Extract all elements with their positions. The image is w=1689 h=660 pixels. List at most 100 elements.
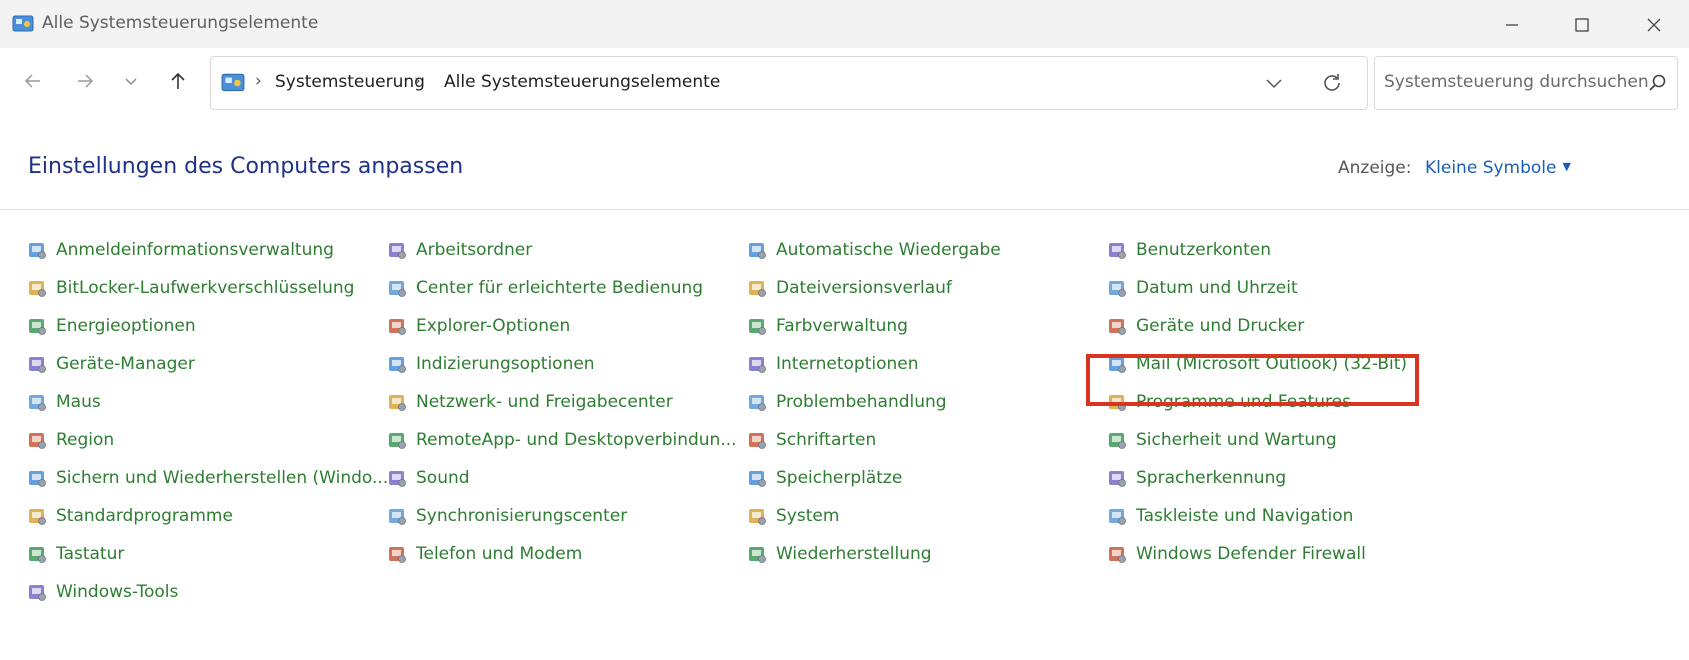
- title-bar: Alle Systemsteuerungselemente: [0, 0, 1689, 48]
- control-panel-item[interactable]: Dateiversionsverlauf: [746, 273, 952, 303]
- search-box[interactable]: Systemsteuerung durchsuchen: [1374, 56, 1678, 110]
- control-panel-item[interactable]: Netzwerk- und Freigabecenter: [386, 387, 673, 417]
- taskbar-icon: [1109, 509, 1126, 525]
- storage-spaces-icon: [749, 471, 766, 487]
- control-panel-item-label: Windows Defender Firewall: [1136, 544, 1366, 564]
- control-panel-item-label: Explorer-Optionen: [416, 316, 571, 336]
- control-panel-item[interactable]: Windows Defender Firewall: [1106, 539, 1366, 569]
- default-programs-icon: [29, 509, 46, 525]
- security-maintenance-icon: [1109, 433, 1126, 449]
- work-folders-icon: [389, 243, 406, 259]
- control-panel-item[interactable]: BitLocker-Laufwerkverschlüsselung: [26, 273, 354, 303]
- control-panel-item[interactable]: Datum und Uhrzeit: [1106, 273, 1298, 303]
- control-panel-item[interactable]: System: [746, 501, 839, 531]
- minimize-button[interactable]: [1492, 10, 1532, 40]
- chevron-down-icon: [125, 78, 137, 85]
- control-panel-item[interactable]: Automatische Wiedergabe: [746, 235, 1001, 265]
- control-panel-item[interactable]: Schriftarten: [746, 425, 876, 455]
- control-panel-item[interactable]: Standardprogramme: [26, 501, 233, 531]
- control-panel-item[interactable]: Sichern und Wiederherstellen (Windo...: [26, 463, 388, 493]
- view-mode-dropdown[interactable]: Kleine Symbole ▼: [1425, 158, 1571, 178]
- control-panel-item-label: Maus: [56, 392, 101, 412]
- control-panel-item-label: Standardprogramme: [56, 506, 233, 526]
- control-panel-item[interactable]: Sound: [386, 463, 470, 493]
- control-panel-item[interactable]: Farbverwaltung: [746, 311, 908, 341]
- autoplay-icon: [749, 243, 766, 259]
- control-panel-item-label: Indizierungsoptionen: [416, 354, 595, 374]
- control-panel-item-label: RemoteApp- und Desktopverbindun...: [416, 430, 737, 450]
- control-panel-item-label: Farbverwaltung: [776, 316, 908, 336]
- control-panel-item-label: Center für erleichterte Bedienung: [416, 278, 704, 298]
- control-panel-icon: [221, 73, 245, 92]
- arrow-up-icon: [171, 72, 185, 89]
- control-panel-item[interactable]: Sicherheit und Wartung: [1106, 425, 1337, 455]
- control-panel-item-label: Dateiversionsverlauf: [776, 278, 952, 298]
- maximize-button[interactable]: [1562, 10, 1602, 40]
- control-panel-item-label: Speicherplätze: [776, 468, 903, 488]
- control-panel-item-label: Schriftarten: [776, 430, 877, 450]
- control-panel-item[interactable]: Wiederherstellung: [746, 539, 932, 569]
- control-panel-item[interactable]: Taskleiste und Navigation: [1106, 501, 1353, 531]
- arrow-left-icon: [24, 74, 40, 88]
- control-panel-item[interactable]: Anmeldeinformationsverwaltung: [26, 235, 334, 265]
- control-panel-item-label: Geräte-Manager: [56, 354, 195, 374]
- address-bar[interactable]: › Systemsteuerung › Alle Systemsteuerung…: [210, 56, 1368, 110]
- arrow-right-icon: [78, 74, 94, 88]
- control-panel-item-label: Automatische Wiedergabe: [776, 240, 1001, 260]
- backup-icon: [29, 471, 46, 487]
- control-panel-item-label: Telefon und Modem: [416, 544, 583, 564]
- control-panel-item-label: Wiederherstellung: [776, 544, 932, 564]
- control-panel-item[interactable]: Energieoptionen: [26, 311, 196, 341]
- sync-icon: [389, 509, 406, 525]
- sound-icon: [389, 471, 406, 487]
- user-accounts-icon: [1109, 243, 1126, 259]
- control-panel-item-label: Geräte und Drucker: [1136, 316, 1305, 336]
- control-panel-item[interactable]: Explorer-Optionen: [386, 311, 570, 341]
- credential-icon: [29, 243, 46, 259]
- control-panel-item[interactable]: Center für erleichterte Bedienung: [386, 273, 703, 303]
- control-panel-item[interactable]: Geräte-Manager: [26, 349, 195, 379]
- view-mode-value: Kleine Symbole: [1425, 158, 1557, 178]
- control-panel-icon: [12, 15, 34, 32]
- control-panel-item[interactable]: RemoteApp- und Desktopverbindun...: [386, 425, 737, 455]
- search-placeholder: Systemsteuerung durchsuchen: [1384, 72, 1649, 92]
- control-panel-item[interactable]: Speicherplätze: [746, 463, 902, 493]
- explorer-options-icon: [389, 319, 406, 335]
- search-icon[interactable]: [1647, 73, 1667, 93]
- back-button[interactable]: [18, 66, 48, 96]
- control-panel-item[interactable]: Tastatur: [26, 539, 124, 569]
- fonts-icon: [749, 433, 766, 449]
- control-panel-item[interactable]: Windows-Tools: [26, 577, 178, 607]
- forward-button[interactable]: [70, 66, 100, 96]
- control-panel-item[interactable]: Arbeitsordner: [386, 235, 532, 265]
- region-icon: [29, 433, 46, 449]
- breadcrumb-systemsteuerung[interactable]: Systemsteuerung: [275, 72, 425, 92]
- control-panel-item-label: Anmeldeinformationsverwaltung: [56, 240, 334, 260]
- control-panel-item[interactable]: Problembehandlung: [746, 387, 947, 417]
- caret-down-icon: ▼: [1562, 160, 1571, 173]
- close-button[interactable]: [1634, 10, 1674, 40]
- address-dropdown-icon[interactable]: [1265, 75, 1283, 91]
- control-panel-item-label: Benutzerkonten: [1136, 240, 1272, 260]
- recovery-icon: [749, 547, 766, 563]
- control-panel-item[interactable]: Indizierungsoptionen: [386, 349, 595, 379]
- up-button[interactable]: [163, 66, 193, 96]
- control-panel-item-label: Arbeitsordner: [416, 240, 533, 260]
- breadcrumb-current[interactable]: Alle Systemsteuerungselemente: [444, 72, 720, 92]
- control-panel-item-label: Synchronisierungscenter: [416, 506, 628, 526]
- control-panel-item[interactable]: Maus: [26, 387, 101, 417]
- refresh-icon[interactable]: [1321, 72, 1343, 94]
- control-panel-item[interactable]: Spracherkennung: [1106, 463, 1286, 493]
- view-label: Anzeige:: [1338, 158, 1412, 178]
- recent-locations-button[interactable]: [116, 66, 146, 96]
- control-panel-item[interactable]: Geräte und Drucker: [1106, 311, 1304, 341]
- control-panel-item[interactable]: Telefon und Modem: [386, 539, 582, 569]
- control-panel-item[interactable]: Internetoptionen: [746, 349, 919, 379]
- minimize-icon: [1506, 24, 1518, 26]
- selection-highlight: [1086, 354, 1419, 406]
- control-panel-item[interactable]: Region: [26, 425, 114, 455]
- control-panel-item[interactable]: Benutzerkonten: [1106, 235, 1271, 265]
- control-panel-item[interactable]: Synchronisierungscenter: [386, 501, 627, 531]
- navigation-bar: › Systemsteuerung › Alle Systemsteuerung…: [0, 48, 1689, 112]
- control-panel-item-label: Sicherheit und Wartung: [1136, 430, 1337, 450]
